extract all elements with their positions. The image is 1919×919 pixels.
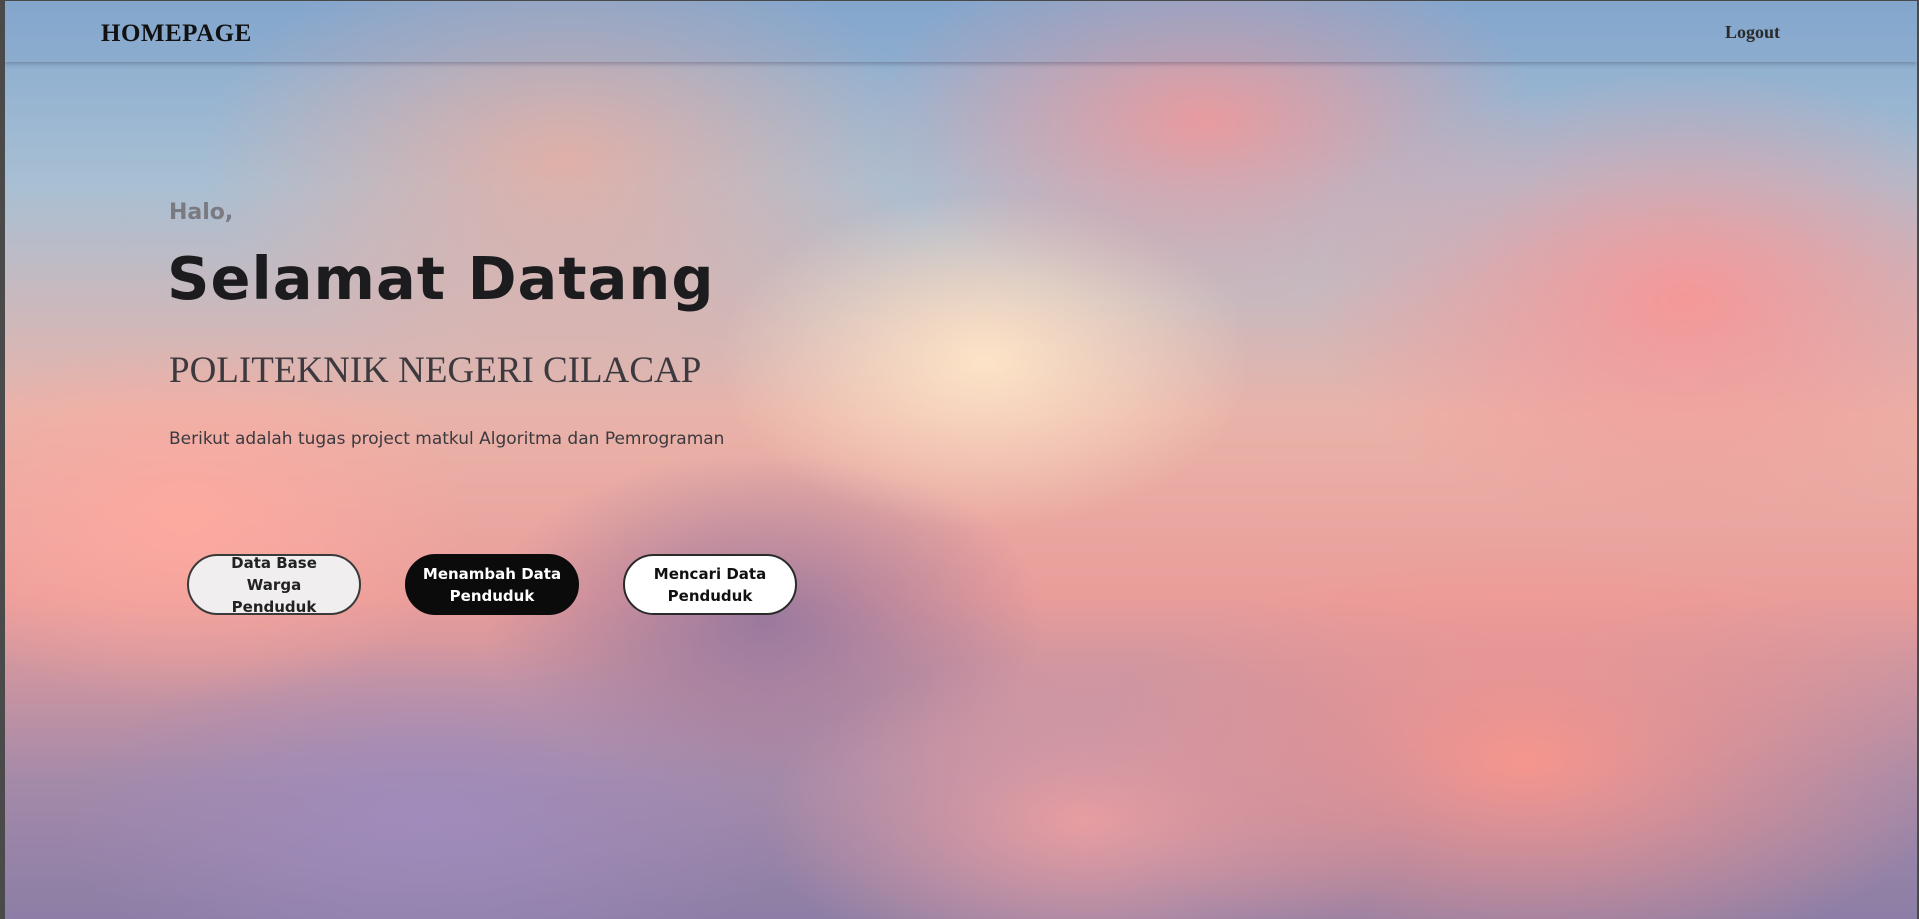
database-button[interactable]: Data Base Warga Penduduk: [187, 553, 361, 616]
search-data-button-label: Mencari Data Penduduk: [653, 564, 767, 605]
top-navbar: HOMEPAGE Logout: [5, 1, 1917, 62]
brand-title[interactable]: HOMEPAGE: [101, 20, 252, 48]
project-description: Berikut adalah tugas project matkul Algo…: [169, 429, 725, 449]
app-window: HOMEPAGE Logout Halo, Selamat Datang POL…: [5, 1, 1917, 919]
institution-subtitle: POLITEKNIK NEGERI CILACAP: [169, 350, 702, 391]
add-data-button[interactable]: Menambah Data Penduduk: [405, 554, 579, 615]
add-data-button-label: Menambah Data Penduduk: [422, 564, 562, 605]
database-button-label: Data Base Warga Penduduk: [231, 553, 317, 616]
search-data-button[interactable]: Mencari Data Penduduk: [623, 554, 797, 615]
greeting-text: Halo,: [169, 200, 234, 225]
logout-link[interactable]: Logout: [1725, 22, 1780, 43]
welcome-title: Selamat Datang: [167, 244, 715, 313]
